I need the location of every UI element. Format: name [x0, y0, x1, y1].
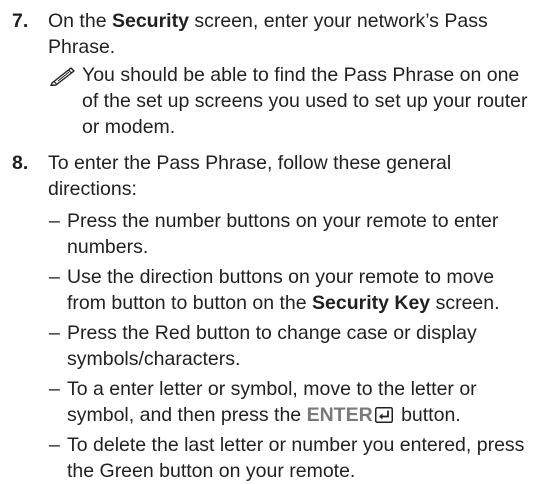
pencil-note-icon	[50, 67, 75, 86]
security-key-screen-name: Security Key	[312, 292, 431, 314]
step-7: 7. On the Security screen, enter your ne…	[12, 8, 536, 140]
note-text: You should be able to find the Pass Phra…	[82, 64, 528, 138]
note: You should be able to find the Pass Phra…	[48, 62, 536, 140]
directions-list: – Press the number buttons on your remot…	[48, 208, 536, 484]
security-screen-name: Security	[111, 10, 189, 32]
enter-key-icon	[374, 407, 393, 423]
list-item: – Use the direction buttons on your remo…	[49, 266, 500, 314]
step-text: On the Security screen, enter your netwo…	[48, 10, 488, 58]
step-number: 8.	[12, 152, 29, 174]
manual-page: 7. On the Security screen, enter your ne…	[0, 0, 546, 482]
step-text: To enter the Pass Phrase, follow these g…	[48, 152, 452, 200]
step-number: 7.	[12, 10, 29, 32]
list-item: – Press the Red button to change case or…	[49, 322, 477, 370]
step-8: 8. To enter the Pass Phrase, follow thes…	[12, 150, 536, 484]
list-item: – To a enter letter or symbol, move to t…	[49, 378, 477, 426]
list-item: – To delete the last letter or number yo…	[49, 434, 525, 482]
enter-key-label: ENTER	[306, 404, 373, 426]
list-item: – Press the number buttons on your remot…	[49, 210, 499, 258]
